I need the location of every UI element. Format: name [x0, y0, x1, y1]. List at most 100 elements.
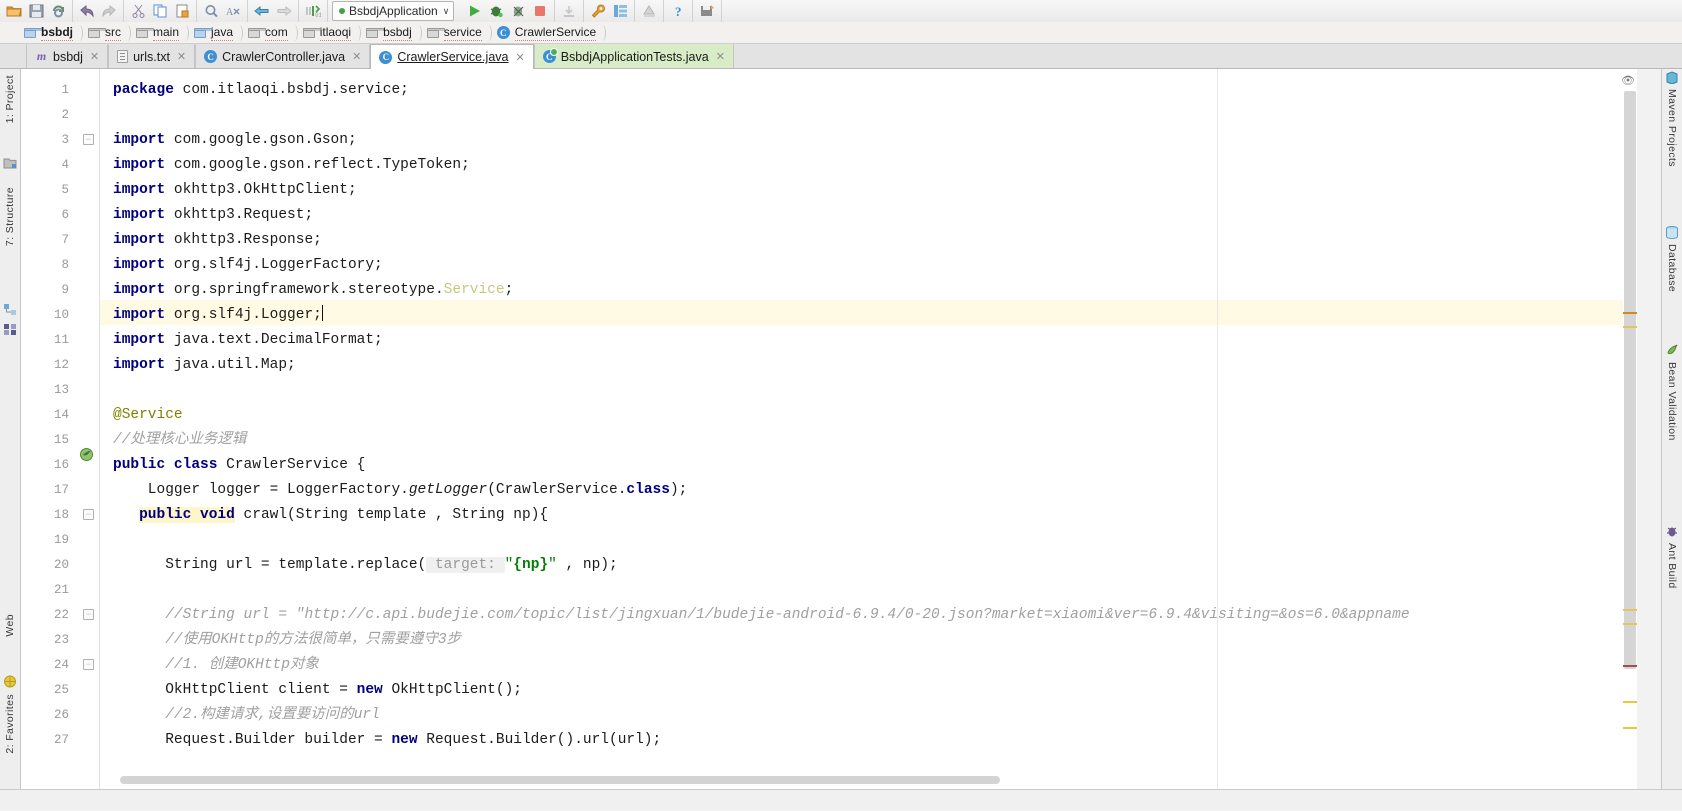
breadcrumb-item-src[interactable]: src — [82, 22, 131, 44]
code-fold-handle[interactable]: − — [83, 659, 94, 670]
code-editor[interactable]: 1 2 3 4 5 6 7 8 9 10 11 12 13 14 15 16 17 18 19 20 21 22 23 24 2… — [21, 69, 1637, 790]
java-test-class-icon: C — [542, 48, 558, 63]
marker-bar-mark[interactable] — [1623, 665, 1637, 667]
tool-window-favorites[interactable]: 2: Favorites — [4, 694, 16, 754]
web-globe-icon[interactable] — [3, 675, 17, 689]
back-icon[interactable] — [251, 1, 273, 21]
find-icon[interactable] — [200, 1, 222, 21]
spring-bean-gutter-icon[interactable] — [79, 447, 94, 462]
tool-window-structure[interactable]: 7: Structure — [4, 187, 16, 246]
editor-tab-bar: m bsbdj ✕ urls.txt ✕ C CrawlerController… — [0, 44, 1682, 69]
open-folder-icon[interactable] — [3, 1, 25, 21]
code-line: import okhttp3.OkHttpClient; — [113, 182, 357, 198]
structure-grid-icon[interactable] — [3, 323, 17, 337]
close-icon[interactable]: ✕ — [352, 50, 361, 63]
maven-module-icon: m — [36, 49, 47, 63]
code-fold-handle[interactable]: − — [83, 134, 94, 145]
line-number: 8 — [61, 258, 69, 272]
redo-icon[interactable] — [98, 1, 120, 21]
close-icon[interactable]: ✕ — [716, 50, 725, 63]
structure-icon[interactable] — [3, 303, 17, 317]
bean-icon[interactable] — [1665, 344, 1679, 358]
run-with-coverage-icon[interactable] — [507, 1, 529, 21]
java-class-icon: C — [204, 50, 218, 63]
editor-tab-crawlercontroller[interactable]: C CrawlerController.java ✕ — [195, 44, 371, 68]
editor-tab-bsbdj[interactable]: m bsbdj ✕ — [26, 44, 109, 68]
project-folder-icon[interactable] — [3, 157, 17, 171]
run-icon[interactable] — [463, 1, 485, 21]
editor-tab-crawlerservice[interactable]: C CrawlerService.java ✕ — [370, 44, 534, 69]
paste-icon[interactable] — [171, 1, 193, 21]
breadcrumb-item-crawlerservice[interactable]: C CrawlerService — [491, 22, 607, 44]
cut-icon[interactable] — [127, 1, 149, 21]
help-icon[interactable]: ? — [667, 1, 689, 21]
tool-window-project[interactable]: 1: Project — [4, 75, 16, 123]
chevron-down-icon[interactable]: ∨ — [443, 6, 450, 17]
update-project-icon[interactable] — [558, 1, 580, 21]
breadcrumb-item-bsbdj-package[interactable]: bsbdj — [360, 22, 422, 44]
package-icon — [248, 27, 267, 38]
code-fold-handle[interactable]: − — [83, 509, 94, 520]
settings-wrench-icon[interactable] — [587, 1, 609, 21]
close-icon[interactable]: ✕ — [177, 50, 186, 63]
breadcrumb-item-service[interactable]: service — [421, 22, 492, 44]
close-icon[interactable]: ✕ — [515, 51, 524, 64]
tool-window-web[interactable]: Web — [4, 614, 16, 637]
code-line: String url = template.replace( target: "… — [113, 557, 618, 573]
toolbar-group-navigate — [248, 0, 299, 22]
line-number: 11 — [53, 333, 69, 347]
search-everywhere-icon[interactable] — [696, 1, 718, 21]
breadcrumb-item-com[interactable]: com — [242, 22, 298, 44]
editor-tab-label: CrawlerController.java — [222, 49, 346, 64]
marker-bar-mark[interactable] — [1623, 609, 1637, 611]
inspection-eye-icon[interactable]: 👁 — [1621, 74, 1635, 87]
marker-bar-mark[interactable] — [1623, 623, 1637, 625]
tool-window-bean-validation[interactable]: Bean Validation — [1666, 362, 1678, 441]
breadcrumb-item-bsbdj-module[interactable]: bsbdj — [18, 22, 83, 44]
editor-text-area[interactable]: package com.itlaoqi.bsbdj.service; import… — [99, 69, 1637, 790]
line-number: 9 — [61, 283, 69, 297]
status-bar — [0, 789, 1682, 809]
editor-horizontal-scrollbar[interactable] — [120, 776, 1000, 784]
marker-bar-mark[interactable] — [1623, 326, 1637, 328]
text-file-icon — [117, 50, 129, 63]
close-icon[interactable]: ✕ — [90, 50, 99, 63]
save-all-icon[interactable] — [25, 1, 47, 21]
sdk-icon[interactable] — [638, 1, 660, 21]
code-fold-handle[interactable]: − — [83, 609, 94, 620]
breadcrumb-item-java[interactable]: java — [188, 22, 244, 44]
toolbar-group-search-everywhere — [693, 0, 723, 22]
line-number: 24 — [53, 658, 69, 672]
marker-bar-mark[interactable] — [1623, 701, 1637, 703]
toolbar-group-run — [460, 0, 556, 22]
project-structure-icon[interactable] — [609, 1, 631, 21]
forward-icon[interactable] — [273, 1, 295, 21]
tool-window-ant-build[interactable]: Ant Build — [1666, 543, 1678, 589]
undo-icon[interactable] — [76, 1, 98, 21]
marker-bar-mark[interactable] — [1623, 312, 1637, 314]
maven-icon[interactable] — [1665, 71, 1679, 85]
code-line: @Service — [113, 407, 183, 423]
editor-tab-bsbdjapplicationtests[interactable]: C BsbdjApplicationTests.java ✕ — [533, 44, 734, 68]
editor-marker-bar[interactable]: 👁 — [1621, 69, 1637, 790]
ant-icon[interactable] — [1665, 525, 1679, 539]
debug-icon[interactable] — [485, 1, 507, 21]
editor-tab-urls-txt[interactable]: urls.txt ✕ — [108, 44, 196, 68]
breadcrumb-label: src — [105, 24, 121, 41]
compile-icon[interactable]: 01 — [302, 1, 324, 21]
toolbar-group-clipboard — [124, 0, 197, 22]
tool-window-maven-projects[interactable]: Maven Projects — [1666, 89, 1678, 167]
editor-scrollbar-thumb[interactable] — [1624, 91, 1636, 669]
marker-bar-mark[interactable] — [1623, 727, 1637, 729]
copy-icon[interactable] — [149, 1, 171, 21]
tool-window-database[interactable]: Database — [1666, 244, 1678, 292]
stop-icon[interactable] — [529, 1, 551, 21]
run-configuration-selector[interactable]: BsbdjApplication ∨ — [332, 1, 455, 21]
breadcrumb-item-main[interactable]: main — [130, 22, 190, 44]
database-icon[interactable] — [1665, 226, 1679, 240]
replace-icon[interactable]: A — [222, 1, 244, 21]
sync-refresh-icon[interactable] — [47, 1, 69, 21]
breadcrumb-item-itlaoqi[interactable]: itlaoqi — [297, 22, 362, 44]
code-line: import okhttp3.Request; — [113, 207, 314, 223]
editor-gutter[interactable]: 1 2 3 4 5 6 7 8 9 10 11 12 13 14 15 16 17 18 19 20 21 22 23 24 2… — [21, 69, 100, 790]
